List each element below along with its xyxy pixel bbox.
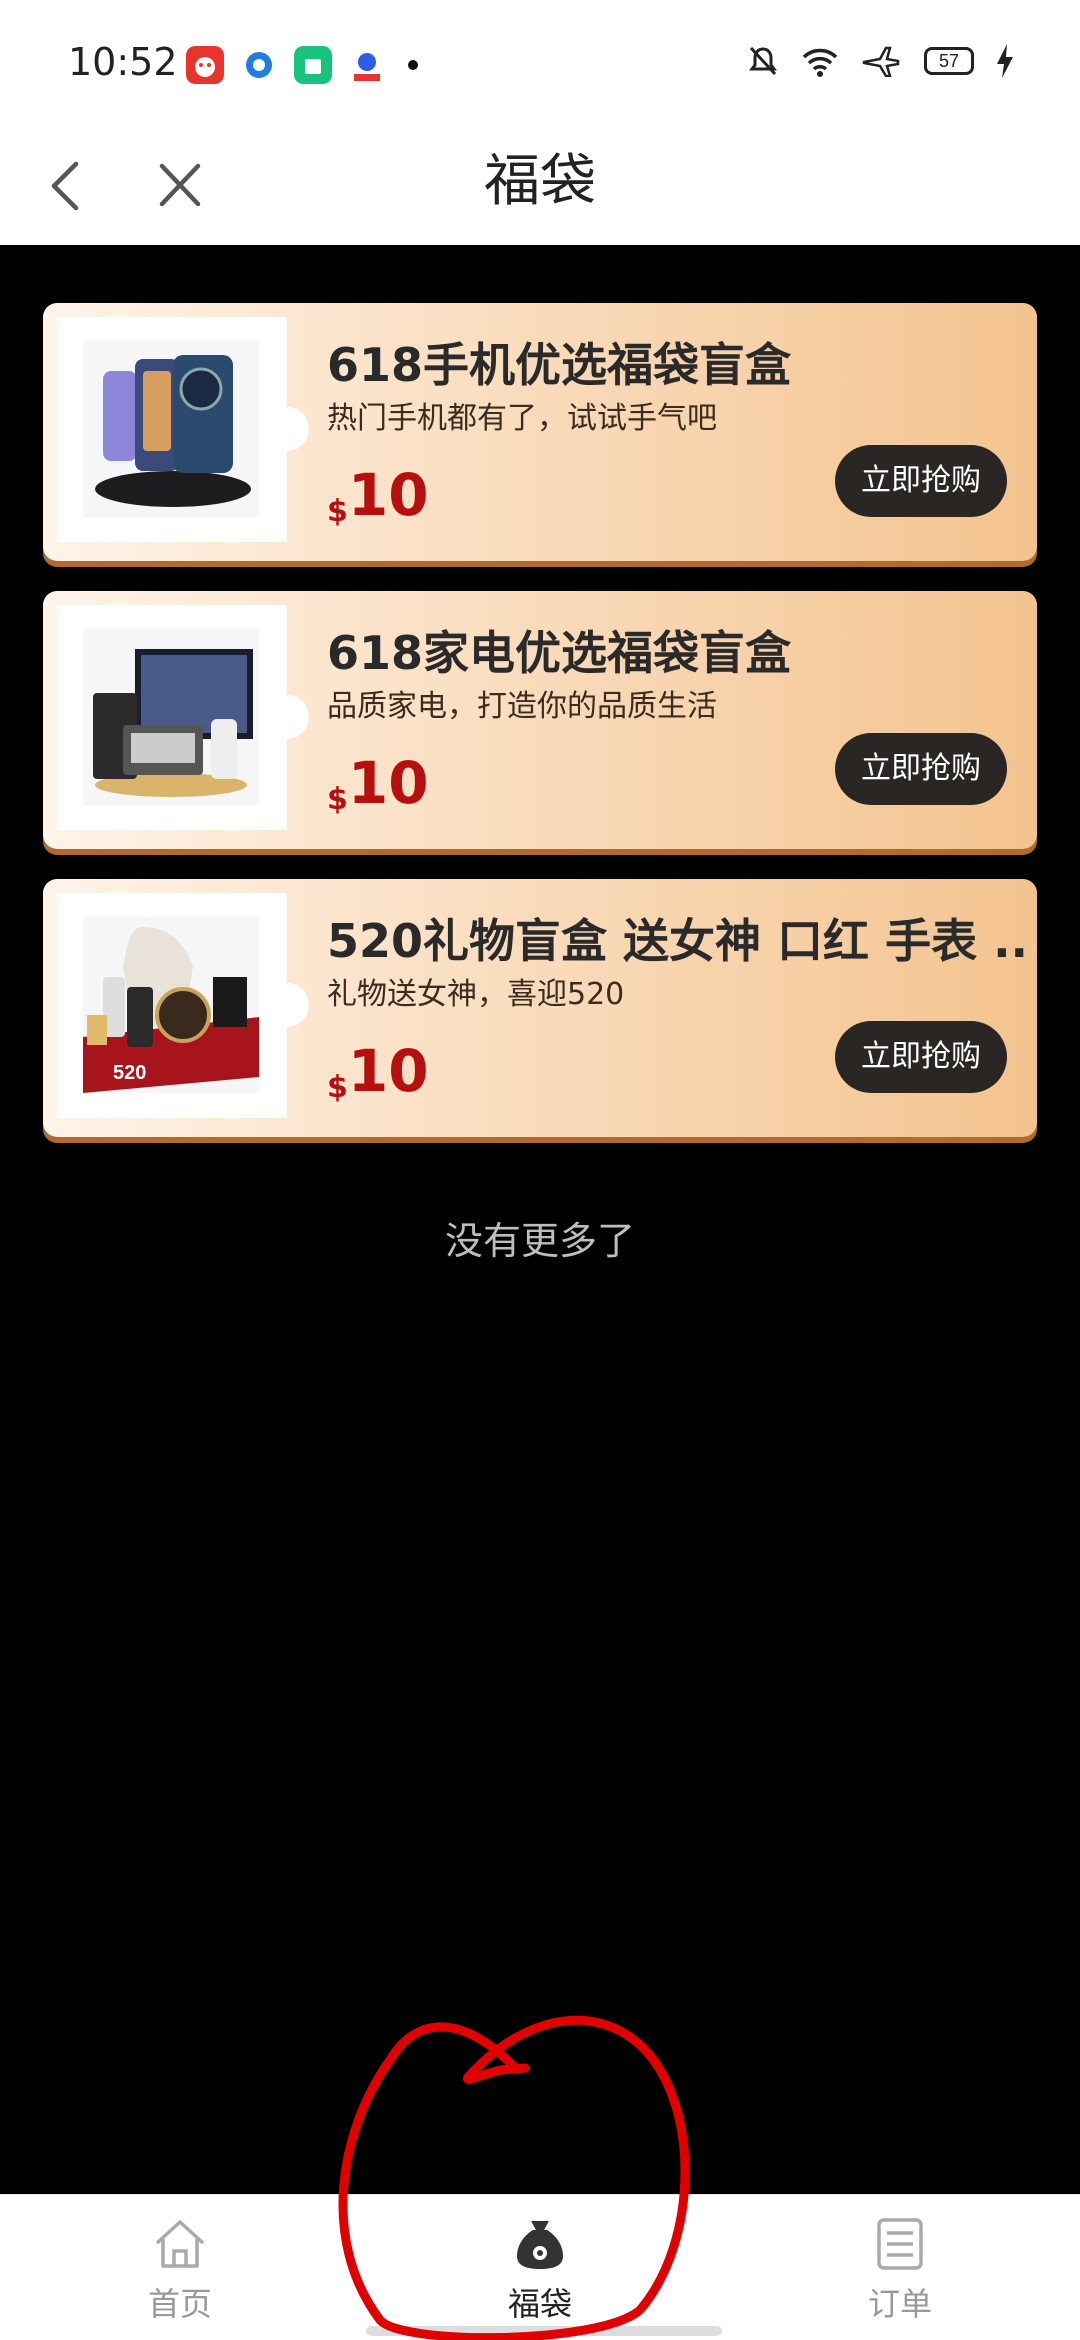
currency-symbol: $	[327, 782, 348, 817]
more-notifications-dot	[408, 60, 418, 70]
app-notification-icon	[186, 46, 224, 84]
price-value: 10	[347, 1037, 429, 1105]
tab-lucky-bag-label: 福袋	[507, 2285, 572, 2323]
price: $10	[327, 1037, 429, 1105]
airplane-mode-icon	[862, 46, 900, 77]
price: $10	[327, 461, 429, 529]
circle-app-icon	[246, 52, 272, 78]
status-bar: 10:52 57	[0, 0, 1080, 130]
page-title: 福袋	[484, 149, 596, 214]
gift-box-product-image: 520	[83, 917, 259, 1093]
card-title: 618家电优选福袋盲盒	[327, 626, 792, 680]
shopping-bag-app-icon	[294, 46, 332, 84]
price: $10	[327, 749, 429, 817]
home-indicator[interactable]	[366, 2326, 722, 2336]
buy-now-button[interactable]: 立即抢购	[835, 733, 1007, 805]
lucky-bag-list: 618手机优选福袋盲盒 热门手机都有了，试试手气吧 $10 立即抢购 618家电…	[43, 303, 1037, 1167]
tab-orders[interactable]: 订单	[720, 2195, 1080, 2340]
mute-bell-icon	[749, 46, 777, 76]
lucky-bag-card[interactable]: 520 520礼物盲盒 送女神 口红 手表 ... 礼物送女神，喜迎520 $1…	[43, 879, 1037, 1137]
currency-symbol: $	[327, 494, 348, 529]
baidu-app-icon	[348, 46, 386, 84]
status-time: 10:52	[68, 40, 178, 84]
wifi-icon	[802, 48, 838, 77]
tab-home[interactable]: 首页	[0, 2195, 360, 2340]
lucky-bag-card[interactable]: 618手机优选福袋盲盒 热门手机都有了，试试手气吧 $10 立即抢购	[43, 303, 1037, 561]
product-thumbnail-frame: 520	[57, 893, 309, 1118]
battery-indicator: 57	[924, 47, 974, 75]
appliances-product-image	[83, 629, 259, 805]
buy-now-button[interactable]: 立即抢购	[835, 445, 1007, 517]
phones-product-image	[83, 341, 259, 517]
card-subtitle: 热门手机都有了，试试手气吧	[327, 401, 717, 436]
tab-orders-label: 订单	[867, 2285, 932, 2323]
price-value: 10	[347, 461, 429, 529]
notification-icons	[186, 46, 418, 84]
tab-home-label: 首页	[147, 2285, 212, 2323]
system-icons: 57	[748, 44, 1014, 78]
charging-icon	[997, 44, 1013, 78]
tab-lucky-bag[interactable]: 福袋	[360, 2195, 720, 2340]
no-more-text: 没有更多了	[444, 1219, 635, 1263]
card-title: 618手机优选福袋盲盒	[327, 338, 792, 392]
card-subtitle: 礼物送女神，喜迎520	[327, 977, 625, 1012]
bottom-tab-bar: 首页 福袋 订单	[0, 2194, 1080, 2340]
lucky-bag-icon	[517, 2221, 563, 2269]
lucky-bag-card[interactable]: 618家电优选福袋盲盒 品质家电，打造你的品质生活 $10 立即抢购	[43, 591, 1037, 849]
product-thumbnail-frame	[57, 317, 309, 542]
currency-symbol: $	[327, 1070, 348, 1105]
price-value: 10	[347, 749, 429, 817]
orders-icon	[877, 2218, 923, 2270]
card-subtitle: 品质家电，打造你的品质生活	[327, 689, 717, 724]
gift-box-label: 520	[113, 1062, 146, 1084]
home-icon	[155, 2220, 205, 2268]
product-thumbnail-frame	[57, 605, 309, 830]
buy-now-button[interactable]: 立即抢购	[835, 1021, 1007, 1093]
card-title: 520礼物盲盒 送女神 口红 手表 ...	[327, 914, 1027, 968]
